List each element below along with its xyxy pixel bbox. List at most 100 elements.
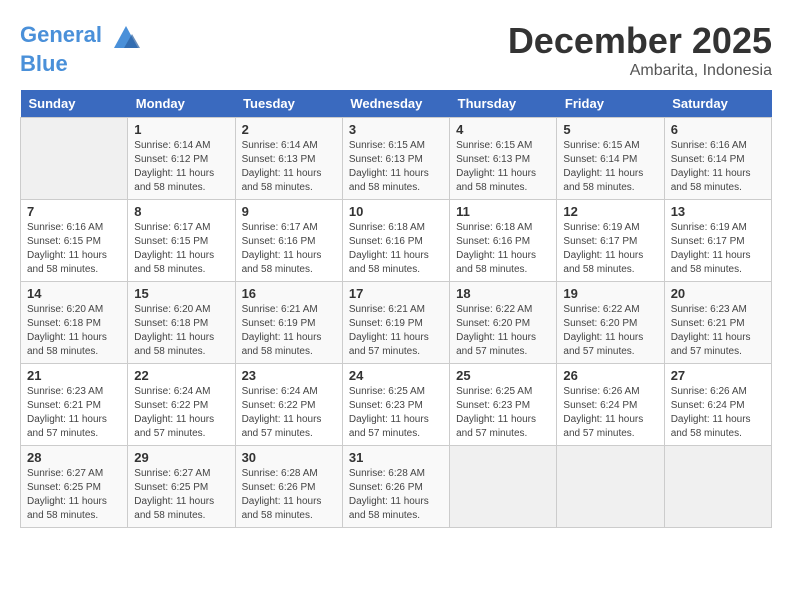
day-number: 11 — [456, 204, 550, 219]
day-number: 15 — [134, 286, 228, 301]
calendar-cell: 28 Sunrise: 6:27 AM Sunset: 6:25 PM Dayli… — [21, 446, 128, 528]
day-number: 27 — [671, 368, 765, 383]
day-info: Sunrise: 6:17 AM Sunset: 6:15 PM Dayligh… — [134, 221, 228, 277]
day-header-sunday: Sunday — [21, 90, 128, 118]
day-info: Sunrise: 6:20 AM Sunset: 6:18 PM Dayligh… — [27, 303, 121, 359]
calendar-cell: 14 Sunrise: 6:20 AM Sunset: 6:18 PM Dayli… — [21, 282, 128, 364]
calendar-week-2: 7 Sunrise: 6:16 AM Sunset: 6:15 PM Daylig… — [21, 200, 772, 282]
title-block: December 2025 Ambarita, Indonesia — [508, 20, 772, 80]
day-number: 12 — [563, 204, 657, 219]
day-header-tuesday: Tuesday — [235, 90, 342, 118]
calendar-cell: 23Sunrise: 6:24 AM Sunset: 6:22 PM Dayli… — [235, 364, 342, 446]
day-number: 3 — [349, 122, 443, 137]
page-header: General Blue December 2025 Ambarita, Ind… — [20, 20, 772, 80]
calendar-cell: 11 Sunrise: 6:18 AM Sunset: 6:16 PM Dayli… — [450, 200, 557, 282]
day-number: 13 — [671, 204, 765, 219]
calendar-cell: 20 Sunrise: 6:23 AM Sunset: 6:21 PM Dayli… — [664, 282, 771, 364]
day-info: Sunrise: 6:27 AM Sunset: 6:25 PM Dayligh… — [27, 467, 121, 523]
calendar-cell: 15 Sunrise: 6:20 AM Sunset: 6:18 PM Dayli… — [128, 282, 235, 364]
day-number: 20 — [671, 286, 765, 301]
calendar-cell: 1 Sunrise: 6:14 AM Sunset: 6:12 PM Daylig… — [128, 118, 235, 200]
day-info: Sunrise: 6:17 AM Sunset: 6:16 PM Dayligh… — [242, 221, 336, 277]
day-number: 26 — [563, 368, 657, 383]
day-number: 30 — [242, 450, 336, 465]
day-number: 24 — [349, 368, 443, 383]
day-info: Sunrise: 6:25 AM Sunset: 6:23 PM Dayligh… — [456, 385, 550, 441]
calendar-cell: 26 Sunrise: 6:26 AM Sunset: 6:24 PM Dayli… — [557, 364, 664, 446]
calendar-cell — [21, 118, 128, 200]
day-info: Sunrise: 6:27 AM Sunset: 6:25 PM Dayligh… — [134, 467, 228, 523]
day-info: Sunrise: 6:14 AM Sunset: 6:12 PM Dayligh… — [134, 139, 228, 195]
calendar-cell: 13 Sunrise: 6:19 AM Sunset: 6:17 PM Dayli… — [664, 200, 771, 282]
day-info: Sunrise: 6:26 AM Sunset: 6:24 PM Dayligh… — [563, 385, 657, 441]
day-info: Sunrise: 6:19 AM Sunset: 6:17 PM Dayligh… — [671, 221, 765, 277]
day-info: Sunrise: 6:15 AM Sunset: 6:13 PM Dayligh… — [349, 139, 443, 195]
calendar-week-4: 21 Sunrise: 6:23 AM Sunset: 6:21 PM Dayli… — [21, 364, 772, 446]
day-number: 31 — [349, 450, 443, 465]
calendar-cell: 30Sunrise: 6:28 AM Sunset: 6:26 PM Dayli… — [235, 446, 342, 528]
day-info: Sunrise: 6:23 AM Sunset: 6:21 PM Dayligh… — [27, 385, 121, 441]
day-info: Sunrise: 6:16 AM Sunset: 6:15 PM Dayligh… — [27, 221, 121, 277]
calendar-cell: 3 Sunrise: 6:15 AM Sunset: 6:13 PM Daylig… — [342, 118, 449, 200]
day-number: 16 — [242, 286, 336, 301]
calendar-cell: 21 Sunrise: 6:23 AM Sunset: 6:21 PM Dayli… — [21, 364, 128, 446]
calendar-cell: 16 Sunrise: 6:21 AM Sunset: 6:19 PM Dayli… — [235, 282, 342, 364]
day-header-saturday: Saturday — [664, 90, 771, 118]
day-info: Sunrise: 6:15 AM Sunset: 6:14 PM Dayligh… — [563, 139, 657, 195]
logo-icon — [110, 20, 142, 52]
calendar-header: SundayMondayTuesdayWednesdayThursdayFrid… — [21, 90, 772, 118]
calendar-cell: 6Sunrise: 6:16 AM Sunset: 6:14 PM Daylig… — [664, 118, 771, 200]
day-info: Sunrise: 6:18 AM Sunset: 6:16 PM Dayligh… — [349, 221, 443, 277]
day-header-wednesday: Wednesday — [342, 90, 449, 118]
day-info: Sunrise: 6:25 AM Sunset: 6:23 PM Dayligh… — [349, 385, 443, 441]
calendar-cell: 12 Sunrise: 6:19 AM Sunset: 6:17 PM Dayli… — [557, 200, 664, 282]
location: Ambarita, Indonesia — [508, 62, 772, 80]
day-info: Sunrise: 6:20 AM Sunset: 6:18 PM Dayligh… — [134, 303, 228, 359]
day-number: 28 — [27, 450, 121, 465]
day-info: Sunrise: 6:22 AM Sunset: 6:20 PM Dayligh… — [563, 303, 657, 359]
day-number: 8 — [134, 204, 228, 219]
calendar-cell: 8 Sunrise: 6:17 AM Sunset: 6:15 PM Daylig… — [128, 200, 235, 282]
day-number: 6 — [671, 122, 765, 137]
calendar-week-5: 28 Sunrise: 6:27 AM Sunset: 6:25 PM Dayli… — [21, 446, 772, 528]
day-number: 1 — [134, 122, 228, 137]
day-number: 9 — [242, 204, 336, 219]
day-info: Sunrise: 6:18 AM Sunset: 6:16 PM Dayligh… — [456, 221, 550, 277]
calendar-week-1: 1 Sunrise: 6:14 AM Sunset: 6:12 PM Daylig… — [21, 118, 772, 200]
day-info: Sunrise: 6:23 AM Sunset: 6:21 PM Dayligh… — [671, 303, 765, 359]
day-info: Sunrise: 6:24 AM Sunset: 6:22 PM Dayligh… — [242, 385, 336, 441]
month-title: December 2025 — [508, 20, 772, 62]
calendar-cell: 17Sunrise: 6:21 AM Sunset: 6:19 PM Dayli… — [342, 282, 449, 364]
calendar-week-3: 14 Sunrise: 6:20 AM Sunset: 6:18 PM Dayli… — [21, 282, 772, 364]
day-number: 5 — [563, 122, 657, 137]
logo-general: General — [20, 22, 102, 47]
day-number: 21 — [27, 368, 121, 383]
day-number: 29 — [134, 450, 228, 465]
day-number: 14 — [27, 286, 121, 301]
day-number: 10 — [349, 204, 443, 219]
calendar-body: 1 Sunrise: 6:14 AM Sunset: 6:12 PM Daylig… — [21, 118, 772, 528]
calendar-cell: 24 Sunrise: 6:25 AM Sunset: 6:23 PM Dayli… — [342, 364, 449, 446]
day-info: Sunrise: 6:21 AM Sunset: 6:19 PM Dayligh… — [349, 303, 443, 359]
day-info: Sunrise: 6:21 AM Sunset: 6:19 PM Dayligh… — [242, 303, 336, 359]
day-number: 25 — [456, 368, 550, 383]
calendar-cell — [664, 446, 771, 528]
day-header-thursday: Thursday — [450, 90, 557, 118]
day-number: 4 — [456, 122, 550, 137]
day-info: Sunrise: 6:14 AM Sunset: 6:13 PM Dayligh… — [242, 139, 336, 195]
day-header-monday: Monday — [128, 90, 235, 118]
day-info: Sunrise: 6:15 AM Sunset: 6:13 PM Dayligh… — [456, 139, 550, 195]
calendar-cell: 4 Sunrise: 6:15 AM Sunset: 6:13 PM Daylig… — [450, 118, 557, 200]
day-number: 19 — [563, 286, 657, 301]
calendar-cell — [557, 446, 664, 528]
calendar-cell: 9 Sunrise: 6:17 AM Sunset: 6:16 PM Daylig… — [235, 200, 342, 282]
calendar-cell: 22Sunrise: 6:24 AM Sunset: 6:22 PM Dayli… — [128, 364, 235, 446]
calendar-cell: 27Sunrise: 6:26 AM Sunset: 6:24 PM Dayli… — [664, 364, 771, 446]
logo-blue: Blue — [20, 51, 68, 76]
day-info: Sunrise: 6:19 AM Sunset: 6:17 PM Dayligh… — [563, 221, 657, 277]
day-info: Sunrise: 6:22 AM Sunset: 6:20 PM Dayligh… — [456, 303, 550, 359]
day-number: 7 — [27, 204, 121, 219]
calendar-cell — [450, 446, 557, 528]
day-header-friday: Friday — [557, 90, 664, 118]
day-info: Sunrise: 6:28 AM Sunset: 6:26 PM Dayligh… — [349, 467, 443, 523]
